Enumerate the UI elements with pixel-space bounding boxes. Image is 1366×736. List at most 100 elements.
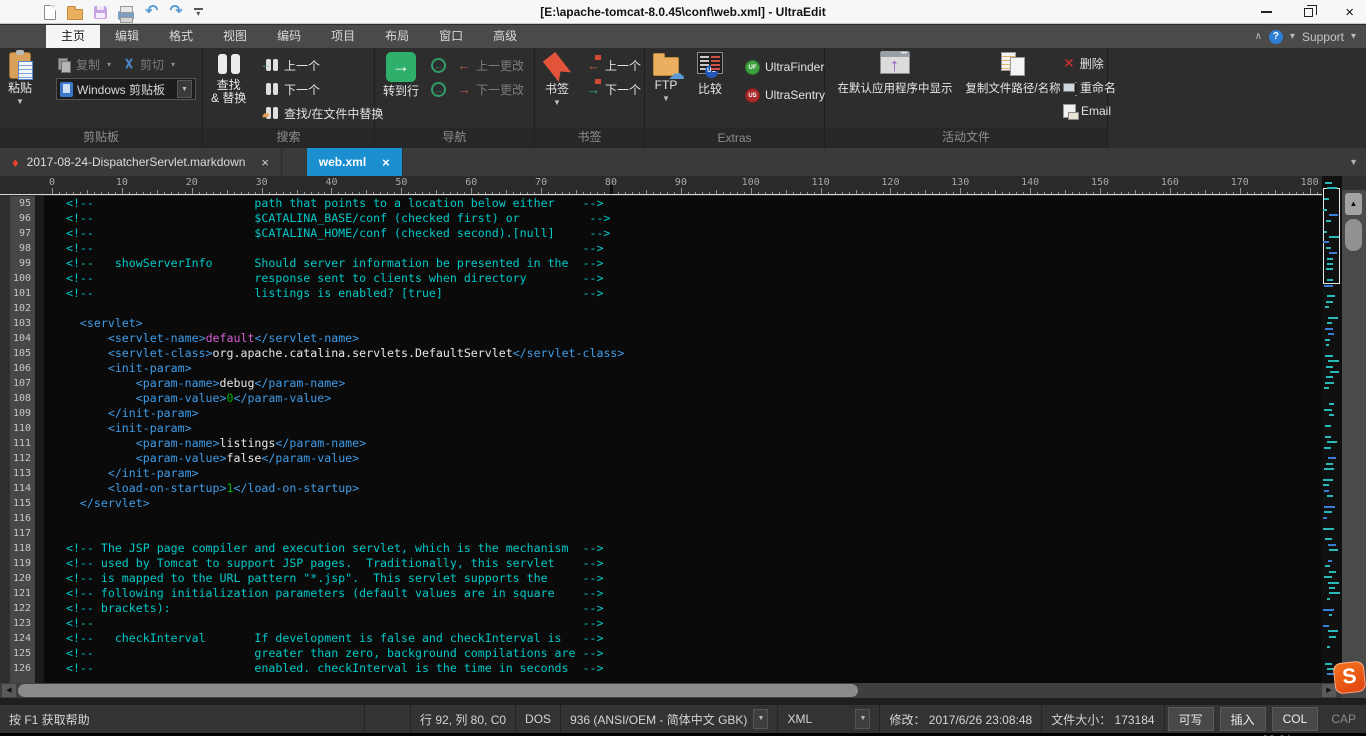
redo-icon[interactable]: ↷ [169,4,182,20]
vertical-scrollbar[interactable]: ▲ [1342,176,1366,698]
file-tab-0[interactable]: ♦2017-08-24-DispatcherServlet.markdown× [0,148,282,176]
save-icon[interactable] [94,6,107,19]
paste-button[interactable]: 粘贴 ▼ [8,52,32,106]
help-dropdown-icon[interactable]: ▾ [1290,31,1295,42]
compare-button[interactable]: UC 比较 [697,52,723,97]
open-file-icon[interactable] [67,9,83,20]
gutter-edge [0,556,10,571]
rename-file-button[interactable]: 重命名 [1063,76,1116,98]
file-tab-1[interactable]: web.xml× [307,148,403,176]
find-replace-button[interactable]: 查找 & 替换 [211,52,246,106]
line-number: 124 [10,631,35,646]
ribbon-tab-7[interactable]: 窗口 [424,25,478,48]
gutter-edge [0,616,10,631]
ultrafinder-button[interactable]: UF UltraFinder [745,56,824,78]
goto-line-button[interactable]: → 转到行 [383,52,419,99]
status-col-mode-button[interactable]: COL [1272,707,1319,731]
status-line-ending[interactable]: DOS [516,705,561,733]
horizontal-scrollbar-thumb[interactable] [18,684,858,697]
email-file-button[interactable]: Email [1063,100,1111,122]
file-tab-close-icon[interactable]: × [382,155,390,170]
delete-file-button[interactable]: ✕ 删除 [1063,52,1104,74]
prev-bookmark-button[interactable]: ← 上一个 [587,54,641,76]
document-map[interactable] [1322,176,1342,683]
gutter-margin [35,481,44,496]
line-number: 95 [10,196,35,211]
bookmark-button[interactable]: 书签 ▼ [545,52,569,107]
next-bookmark-button[interactable]: → 下一个 [587,78,641,100]
gutter-edge [0,316,10,331]
line-text: <!-- listings is enabled? [true] --> [44,286,1322,301]
file-tab-bar: ▼ ♦2017-08-24-DispatcherServlet.markdown… [0,148,1366,176]
nav-forward-button[interactable]: → [431,78,446,100]
find-prev-button[interactable]: ← 上一个 [265,54,320,76]
support-menu[interactable]: Support [1302,30,1344,44]
find-next-button[interactable]: → 下一个 [265,78,320,100]
code-line: 97 <!-- $CATALINA_HOME/conf (checked sec… [0,226,1322,241]
ribbon-tab-5[interactable]: 项目 [316,25,370,48]
gutter-edge [0,661,10,676]
copy-file-path-button[interactable]: 复制文件路径/名称 [963,52,1063,97]
next-change-button[interactable]: → 下一更改 [457,78,524,100]
line-number: 115 [10,496,35,511]
ribbon-tab-0[interactable]: 主页 [46,25,100,48]
line-number: 106 [10,361,35,376]
encoding-dropdown-icon[interactable]: ▼ [753,709,768,729]
find-in-files-button[interactable]: ▰ 查找/在文件中替换 [265,102,383,124]
horizontal-scrollbar[interactable]: ◀ ▶ [0,683,1342,698]
support-dropdown-icon[interactable]: ▾ [1351,31,1356,42]
status-caret-position[interactable]: 行 92, 列 80, C0 [411,705,516,733]
scroll-left-icon[interactable]: ◀ [2,684,16,697]
gutter-edge [0,196,10,211]
code-line: 96 <!-- $CATALINA_BASE/conf (checked fir… [0,211,1322,226]
syntax-dropdown-icon[interactable]: ▼ [855,709,870,729]
show-in-default-app-button[interactable]: ↑ 在默认应用程序中显示 [835,52,955,97]
collapse-ribbon-icon[interactable]: ∧ [1255,31,1262,42]
prev-change-button[interactable]: ← 上一更改 [457,54,524,76]
undo-icon[interactable]: ↶ [145,4,158,20]
minimize-button[interactable] [1261,11,1272,13]
ftp-button[interactable]: ☁ FTP ▼ [653,52,679,103]
copy-button[interactable]: 复制 ▾ [58,53,111,75]
gutter-edge [0,526,10,541]
tab-list-dropdown-icon[interactable]: ▼ [1349,157,1358,167]
restore-button[interactable] [1304,8,1313,17]
code-line: 116 [0,511,1322,526]
line-text: </init-param> [44,466,1322,481]
gutter-margin [35,196,44,211]
line-text [44,301,1322,316]
scroll-up-icon[interactable]: ▲ [1345,193,1362,215]
gutter-margin [35,541,44,556]
print-icon[interactable] [118,11,134,20]
new-file-icon[interactable] [44,5,56,20]
vertical-scrollbar-thumb[interactable] [1345,219,1362,251]
ruler-number: 110 [812,177,830,188]
clipboard-selector[interactable]: Windows 剪贴板 ▼ [56,78,196,100]
ultrasentry-button[interactable]: US UltraSentry [745,84,825,106]
prev-change-icon: ← [457,57,471,73]
close-button[interactable]: × [1345,5,1354,20]
code-editor[interactable]: 95 <!-- path that points to a location b… [0,196,1322,683]
status-encoding[interactable]: 936 (ANSI/OEM - 简体中文 GBK) ▼ [561,705,778,733]
ribbon-tab-6[interactable]: 布局 [370,25,424,48]
ribbon-group-search: 查找 & 替换 ← 上一个 → 下一个 ▰ 查找/在文件中替换 搜索 [203,48,375,148]
status-caps-indicator: CAP [1321,705,1366,733]
ultrasentry-icon: US [745,88,760,103]
ribbon-tab-3[interactable]: 视图 [208,25,262,48]
nav-back-button[interactable]: ← [431,54,446,76]
line-number: 121 [10,586,35,601]
ribbon-tab-4[interactable]: 编码 [262,25,316,48]
goto-line-icon: → [386,52,416,82]
status-syntax[interactable]: XML ▼ [778,705,880,733]
line-number: 97 [10,226,35,241]
ime-badge[interactable]: S [1332,660,1366,694]
status-insert-mode-button[interactable]: 插入 [1220,707,1266,731]
help-icon[interactable]: ? [1269,30,1283,44]
qat-customize-icon[interactable]: ▾ [194,8,203,17]
cut-button[interactable]: 剪切 ▾ [122,53,175,75]
ribbon-tab-1[interactable]: 编辑 [100,25,154,48]
ribbon-tab-8[interactable]: 高级 [478,25,532,48]
status-writable-button[interactable]: 可写 [1168,707,1214,731]
file-tab-close-icon[interactable]: × [261,155,269,170]
ribbon-tab-2[interactable]: 格式 [154,25,208,48]
